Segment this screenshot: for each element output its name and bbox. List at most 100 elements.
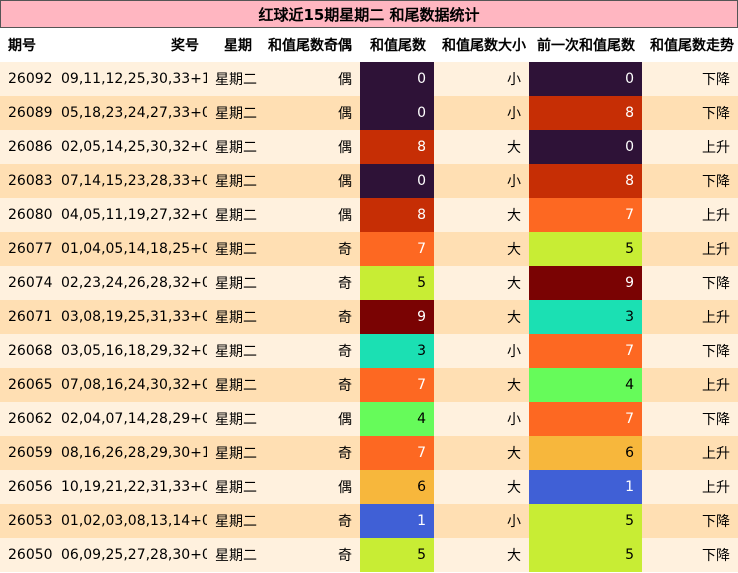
cell-size: 大 — [434, 266, 529, 300]
table-row: 26050 06,09,25,27,28,30+03 星期二奇 5 大 5 下降 — [0, 538, 738, 572]
cell-numbers: 02,04,07,14,28,29+09 — [53, 402, 207, 436]
cell-trend: 上升 — [642, 368, 738, 402]
cell-parity: 奇 — [260, 300, 360, 334]
cell-size: 大 — [434, 232, 529, 266]
cell-prev-tail: 0 — [529, 62, 642, 96]
cell-tail: 0 — [360, 62, 434, 96]
cell-prev-tail: 0 — [529, 130, 642, 164]
table-row: 26083 07,14,15,23,28,33+03 星期二偶 0 小 8 下降 — [0, 164, 738, 198]
table-row: 26077 01,04,05,14,18,25+04 星期二奇 7 大 5 上升 — [0, 232, 738, 266]
cell-numbers: 01,04,05,14,18,25+04 — [53, 232, 207, 266]
header-numbers: 奖号 — [53, 28, 207, 62]
cell-parity: 奇 — [260, 266, 360, 300]
cell-tail: 4 — [360, 402, 434, 436]
cell-trend: 上升 — [642, 436, 738, 470]
cell-trend: 下降 — [642, 96, 738, 130]
cell-issue: 26062 — [0, 402, 53, 436]
cell-numbers: 03,08,19,25,31,33+05 — [53, 300, 207, 334]
cell-prev-tail: 4 — [529, 368, 642, 402]
cell-weekday: 星期二 — [207, 504, 260, 538]
cell-tail: 6 — [360, 470, 434, 504]
cell-weekday: 星期二 — [207, 164, 260, 198]
cell-size: 小 — [434, 62, 529, 96]
cell-tail: 7 — [360, 368, 434, 402]
cell-tail: 7 — [360, 232, 434, 266]
cell-tail: 9 — [360, 300, 434, 334]
table-row: 26080 04,05,11,19,27,32+01 星期二偶 8 大 7 上升 — [0, 198, 738, 232]
cell-tail: 8 — [360, 198, 434, 232]
cell-size: 大 — [434, 198, 529, 232]
cell-prev-tail: 5 — [529, 538, 642, 572]
cell-parity: 偶 — [260, 198, 360, 232]
table-row: 26065 07,08,16,24,30,32+02 星期二奇 7 大 4 上升 — [0, 368, 738, 402]
cell-trend: 上升 — [642, 232, 738, 266]
cell-numbers: 03,05,16,18,29,32+04 — [53, 334, 207, 368]
cell-weekday: 星期二 — [207, 266, 260, 300]
cell-numbers: 06,09,25,27,28,30+03 — [53, 538, 207, 572]
cell-size: 大 — [434, 436, 529, 470]
cell-issue: 26065 — [0, 368, 53, 402]
cell-trend: 下降 — [642, 334, 738, 368]
cell-size: 小 — [434, 334, 529, 368]
table-row: 26053 01,02,03,08,13,14+02 星期二奇 1 小 5 下降 — [0, 504, 738, 538]
cell-issue: 26068 — [0, 334, 53, 368]
cell-trend: 上升 — [642, 300, 738, 334]
cell-parity: 奇 — [260, 436, 360, 470]
cell-weekday: 星期二 — [207, 368, 260, 402]
table-row: 26092 09,11,12,25,30,33+11 星期二偶 0 小 0 下降 — [0, 62, 738, 96]
cell-numbers: 01,02,03,08,13,14+02 — [53, 504, 207, 538]
cell-parity: 奇 — [260, 368, 360, 402]
table-row: 26074 02,23,24,26,28,32+04 星期二奇 5 大 9 下降 — [0, 266, 738, 300]
cell-prev-tail: 7 — [529, 402, 642, 436]
cell-issue: 26086 — [0, 130, 53, 164]
cell-size: 大 — [434, 130, 529, 164]
cell-tail: 0 — [360, 96, 434, 130]
cell-parity: 偶 — [260, 130, 360, 164]
cell-issue: 26071 — [0, 300, 53, 334]
stats-table: 期号 奖号 星期 和值尾数奇偶 和值尾数 和值尾数大小 前一次和值尾数 和值尾数… — [0, 28, 738, 572]
cell-parity: 偶 — [260, 402, 360, 436]
cell-size: 大 — [434, 368, 529, 402]
cell-prev-tail: 1 — [529, 470, 642, 504]
table-body: 26092 09,11,12,25,30,33+11 星期二偶 0 小 0 下降 26089 0… — [0, 62, 738, 572]
table-row: 26086 02,05,14,25,30,32+05 星期二偶 8 大 0 上升 — [0, 130, 738, 164]
cell-trend: 下降 — [642, 538, 738, 572]
cell-parity: 奇 — [260, 232, 360, 266]
cell-size: 小 — [434, 164, 529, 198]
cell-trend: 下降 — [642, 164, 738, 198]
cell-weekday: 星期二 — [207, 334, 260, 368]
header-issue: 期号 — [0, 28, 53, 62]
cell-parity: 偶 — [260, 62, 360, 96]
cell-weekday: 星期二 — [207, 62, 260, 96]
cell-issue: 26077 — [0, 232, 53, 266]
cell-weekday: 星期二 — [207, 402, 260, 436]
table-title: 红球近15期星期二 和尾数据统计 — [0, 0, 738, 28]
cell-prev-tail: 6 — [529, 436, 642, 470]
cell-tail: 5 — [360, 538, 434, 572]
cell-parity: 偶 — [260, 164, 360, 198]
cell-parity: 奇 — [260, 504, 360, 538]
cell-issue: 26059 — [0, 436, 53, 470]
cell-issue: 26056 — [0, 470, 53, 504]
cell-size: 大 — [434, 538, 529, 572]
cell-size: 小 — [434, 504, 529, 538]
header-parity: 和值尾数奇偶 — [260, 28, 360, 62]
table-row: 26056 10,19,21,22,31,33+05 星期二偶 6 大 1 上升 — [0, 470, 738, 504]
cell-numbers: 04,05,11,19,27,32+01 — [53, 198, 207, 232]
cell-tail: 7 — [360, 436, 434, 470]
cell-numbers: 09,11,12,25,30,33+11 — [53, 62, 207, 96]
header-row: 期号 奖号 星期 和值尾数奇偶 和值尾数 和值尾数大小 前一次和值尾数 和值尾数… — [0, 28, 738, 62]
cell-issue: 26092 — [0, 62, 53, 96]
cell-prev-tail: 8 — [529, 164, 642, 198]
cell-prev-tail: 9 — [529, 266, 642, 300]
cell-trend: 上升 — [642, 198, 738, 232]
header-weekday: 星期 — [207, 28, 260, 62]
cell-issue: 26089 — [0, 96, 53, 130]
cell-tail: 1 — [360, 504, 434, 538]
cell-numbers: 02,23,24,26,28,32+04 — [53, 266, 207, 300]
cell-parity: 偶 — [260, 96, 360, 130]
header-size: 和值尾数大小 — [434, 28, 529, 62]
cell-prev-tail: 8 — [529, 96, 642, 130]
cell-numbers: 10,19,21,22,31,33+05 — [53, 470, 207, 504]
cell-trend: 下降 — [642, 402, 738, 436]
